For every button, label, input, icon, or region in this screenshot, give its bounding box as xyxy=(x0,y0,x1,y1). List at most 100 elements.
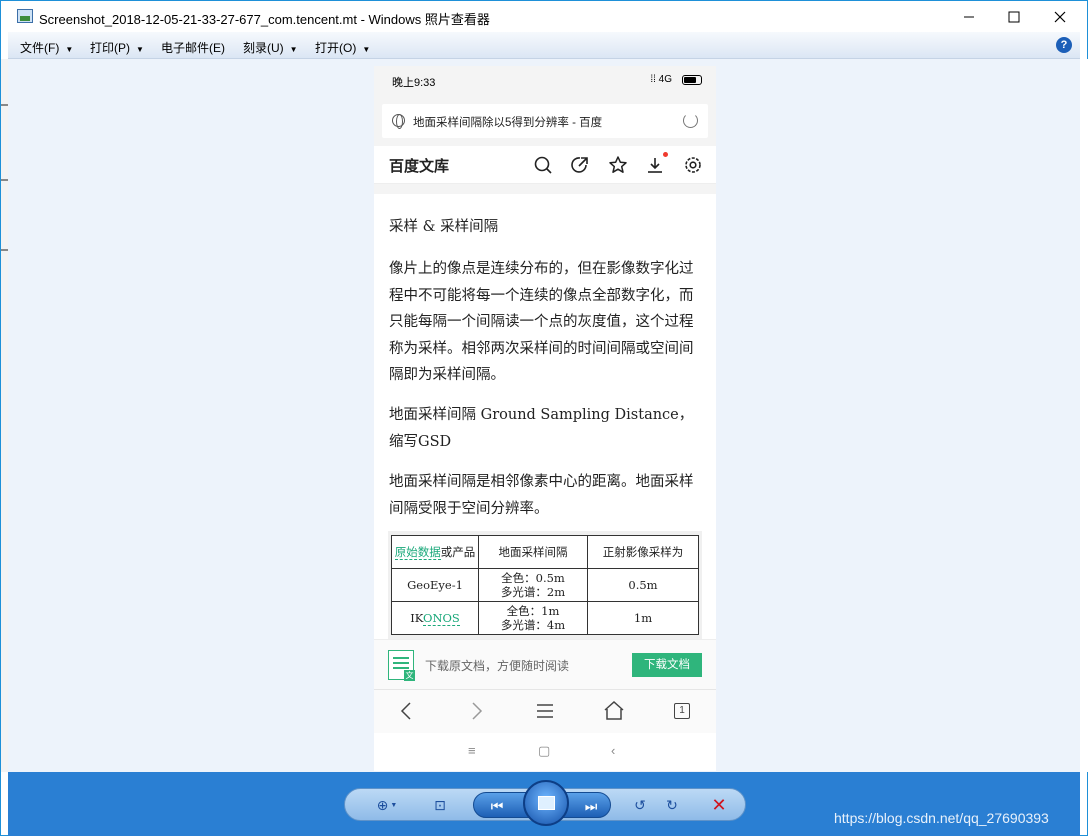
previous-icon: ⏮ xyxy=(490,797,504,814)
download-document-button[interactable]: 下载文档 xyxy=(632,653,702,677)
zoom-button[interactable]: ⊕ ▼ xyxy=(371,795,403,815)
menu-open-label: 打开(O) xyxy=(315,41,357,55)
maximize-button[interactable] xyxy=(991,1,1037,32)
table-cell: GeoEye-1 xyxy=(391,568,479,602)
download-prompt: 下载原文档，方便随时阅读 xyxy=(425,659,570,673)
table-cell: IKONOS xyxy=(391,601,479,635)
photo-viewer-app-icon xyxy=(17,9,33,23)
table-row: GeoEye-1 全色：0.5m 多光谱：2m 0.5m xyxy=(391,568,699,602)
phone-screenshot: 晚上9:33 ⁞⁞ 4G 地面采样间隔除以5得到分辨率 - 百度 百度文库 采样… xyxy=(374,66,716,771)
site-header: 百度文库 xyxy=(374,146,716,184)
menu-burn[interactable]: 刻录(U) ▼ xyxy=(243,39,298,56)
star-icon[interactable] xyxy=(608,155,628,175)
browser-nav-bar: 1 xyxy=(374,689,716,733)
next-button[interactable]: ⏭ xyxy=(578,796,604,816)
photo-viewer-window: Screenshot_2018-12-05-21-33-27-677_com.t… xyxy=(0,0,1088,836)
menu-file[interactable]: 文件(F) ▼ xyxy=(20,39,73,56)
rotate-right-icon: ↻ xyxy=(666,796,678,813)
table-cell-text: 多光谱：2m xyxy=(500,585,566,599)
download-icon[interactable] xyxy=(645,155,665,175)
doc-badge: 文 xyxy=(404,670,415,681)
menu-icon[interactable] xyxy=(532,698,558,724)
signal-icon: ⁞⁞ xyxy=(650,74,659,85)
chevron-down-icon: ▼ xyxy=(136,45,144,54)
chevron-down-icon: ▼ xyxy=(65,45,74,54)
title-bar: Screenshot_2018-12-05-21-33-27-677_com.t… xyxy=(1,1,1087,32)
forward-icon[interactable] xyxy=(463,698,489,724)
home-icon[interactable] xyxy=(601,698,627,724)
section-heading: 采样 & 采样间隔 xyxy=(389,219,499,235)
table-cell-text: 全色：0.5m xyxy=(501,571,565,585)
site-name: 百度文库 xyxy=(389,158,450,175)
slideshow-button[interactable] xyxy=(523,780,569,826)
edge-mark xyxy=(1,179,8,181)
menu-print-label: 打印(P) xyxy=(90,41,130,55)
menu-email-label: 电子邮件(E) xyxy=(161,41,225,55)
gsd-table: 原始数据或产品 地面采样间隔 正射影像采样为 GeoEye-1 全色：0.5m 多… xyxy=(391,535,699,635)
status-time: 晚上9:33 xyxy=(392,77,436,89)
paragraph-sampling: 像片上的像点是连续分布的，但在影像数字化过程中不可能将每一个连续的像点全部数字化… xyxy=(389,261,694,383)
table-cell: 全色：1m 多光谱：4m xyxy=(478,601,588,635)
doc-line xyxy=(393,662,409,664)
table-cell: 全色：0.5m 多光谱：2m xyxy=(478,568,588,602)
download-banner: 文 下载原文档，方便随时阅读 下载文档 xyxy=(374,639,716,689)
table-link[interactable]: 原始数据 xyxy=(394,545,441,560)
zoom-icon: ⊕ xyxy=(376,796,389,813)
chevron-down-icon: ▼ xyxy=(390,801,398,809)
table-header-cell: 原始数据或产品 xyxy=(391,535,479,569)
table-link[interactable]: ONOS xyxy=(423,611,460,626)
edge-mark xyxy=(1,104,8,106)
edge-mark xyxy=(1,249,8,251)
share-icon[interactable] xyxy=(570,155,590,175)
watermark-text: https://blog.csdn.net/qq_27690393 xyxy=(834,810,1049,826)
window-title: Screenshot_2018-12-05-21-33-27-677_com.t… xyxy=(39,12,490,27)
status-network-label: 4G xyxy=(658,74,672,85)
menu-email[interactable]: 电子邮件(E) xyxy=(161,39,225,56)
rotate-left-button[interactable]: ↺ xyxy=(629,795,651,815)
actual-size-button[interactable]: ⊡ xyxy=(427,795,453,815)
table-header-text: 或产品 xyxy=(440,545,476,559)
settings-icon[interactable] xyxy=(683,155,703,175)
minimize-button[interactable] xyxy=(946,1,992,32)
search-icon[interactable] xyxy=(533,155,553,175)
background-window-edge xyxy=(1,59,8,772)
recent-apps-icon[interactable]: ≡ xyxy=(468,743,476,758)
reload-icon[interactable] xyxy=(683,113,698,128)
close-button[interactable] xyxy=(1037,1,1083,32)
table-cell-text: IK xyxy=(410,611,424,625)
menu-print[interactable]: 打印(P) ▼ xyxy=(90,39,144,56)
maximize-icon xyxy=(1008,11,1020,22)
delete-icon: ✕ xyxy=(711,794,727,815)
battery-icon xyxy=(682,75,702,85)
system-back-icon[interactable]: ‹ xyxy=(611,743,615,758)
rotate-right-button[interactable]: ↻ xyxy=(661,795,683,815)
globe-icon xyxy=(392,114,405,129)
status-network: ⁞⁞ 4G xyxy=(650,74,672,85)
table-cell-text: GeoEye-1 xyxy=(407,578,463,592)
control-pill: ⊕ ▼ ⊡ ⏮ ⏭ ↺ ↻ ✕ xyxy=(344,780,746,826)
home-button-icon[interactable]: ▢ xyxy=(538,743,550,759)
table-row: IKONOS 全色：1m 多光谱：4m 1m xyxy=(391,601,699,635)
delete-button[interactable]: ✕ xyxy=(707,795,731,815)
document-icon: 文 xyxy=(388,650,415,681)
doc-line xyxy=(393,667,409,669)
rotate-left-icon: ↺ xyxy=(634,796,646,813)
tabs-icon: 1 xyxy=(674,703,690,719)
menu-bar: 文件(F) ▼ 打印(P) ▼ 电子邮件(E) 刻录(U) ▼ 打开(O) ▼ ? xyxy=(8,32,1080,59)
menu-open[interactable]: 打开(O) ▼ xyxy=(315,39,370,56)
menu-file-label: 文件(F) xyxy=(20,41,60,55)
url-bar[interactable]: 地面采样间隔除以5得到分辨率 - 百度 xyxy=(382,104,708,138)
viewer-right-edge xyxy=(1080,59,1088,772)
tabs-button[interactable]: 1 xyxy=(669,698,695,724)
table-header-cell: 正射影像采样为 xyxy=(587,535,699,569)
back-icon[interactable] xyxy=(394,698,420,724)
paragraph-gsd-desc: 地面采样间隔是相邻像素中心的距离。地面采样间隔受限于空间分辨率。 xyxy=(389,474,694,517)
actual-size-icon: ⊡ xyxy=(434,796,446,813)
table-cell: 1m xyxy=(587,601,699,635)
previous-button[interactable]: ⏮ xyxy=(484,796,510,816)
table-header-row: 原始数据或产品 地面采样间隔 正射影像采样为 xyxy=(391,535,699,569)
minimize-icon xyxy=(964,16,974,17)
url-text: 地面采样间隔除以5得到分辨率 - 百度 xyxy=(413,117,603,129)
paragraph-gsd-title: 地面采样间隔 Ground Sampling Distance，缩写GSD xyxy=(389,407,694,450)
help-icon[interactable]: ? xyxy=(1056,37,1072,53)
